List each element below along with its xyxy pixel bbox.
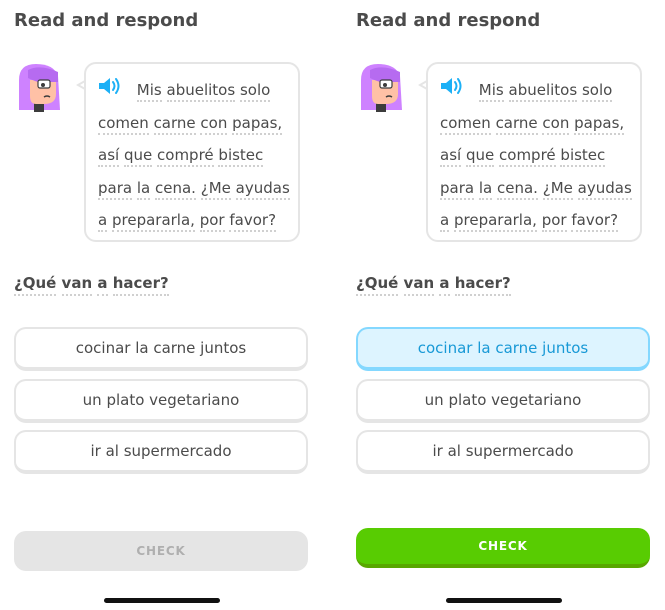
passage-word[interactable]: Mis bbox=[478, 81, 504, 102]
character-avatar bbox=[361, 64, 402, 112]
passage-word[interactable]: la bbox=[136, 178, 151, 200]
home-indicator[interactable] bbox=[104, 598, 220, 603]
answer-option-3[interactable]: ir al supermercado bbox=[356, 430, 650, 474]
passage-word[interactable]: por bbox=[199, 211, 225, 232]
passage-word[interactable]: cena. bbox=[155, 178, 196, 200]
answer-option-2[interactable]: un plato vegetariano bbox=[14, 379, 308, 423]
question-word[interactable]: a bbox=[97, 274, 108, 296]
passage-word[interactable]: favor? bbox=[571, 211, 619, 232]
question-word[interactable]: a bbox=[439, 274, 450, 296]
passage-bubble: Mis abuelitos solo comen carne con papas… bbox=[84, 62, 300, 242]
screen-answered: Read and respond Mis abuelitos solo come… bbox=[342, 0, 665, 610]
passage-word[interactable]: a bbox=[98, 211, 108, 232]
passage-word[interactable]: papas, bbox=[574, 113, 625, 135]
passage-word[interactable]: ayudas bbox=[577, 178, 632, 200]
passage-word[interactable]: abuelitos bbox=[166, 81, 236, 102]
passage-word[interactable]: la bbox=[478, 178, 493, 200]
passage-text: Mis abuelitos solo comen carne con papas… bbox=[440, 74, 638, 237]
passage-word[interactable]: bistec bbox=[560, 146, 606, 167]
passage-word[interactable]: prepararla, bbox=[111, 211, 195, 232]
passage-word[interactable]: compré bbox=[499, 146, 556, 167]
page-title: Read and respond bbox=[356, 10, 541, 31]
answer-option-1-selected[interactable]: cocinar la carne juntos bbox=[356, 327, 650, 371]
answer-option-2[interactable]: un plato vegetariano bbox=[356, 379, 650, 423]
passage-word[interactable]: carne bbox=[495, 113, 538, 135]
passage-text: Mis abuelitos solo comen carne con papas… bbox=[98, 74, 296, 237]
screen-unanswered: Read and respond Mis abuelitos solo come… bbox=[0, 0, 323, 610]
passage-word[interactable]: ¿Me bbox=[200, 178, 231, 200]
passage-word[interactable]: favor? bbox=[229, 211, 277, 232]
home-indicator[interactable] bbox=[446, 598, 562, 603]
passage-word[interactable]: bistec bbox=[218, 146, 264, 167]
answer-option-3[interactable]: ir al supermercado bbox=[14, 430, 308, 474]
passage-word[interactable]: ¿Me bbox=[542, 178, 573, 200]
passage-word[interactable]: compré bbox=[157, 146, 214, 167]
question-word[interactable]: van bbox=[403, 274, 435, 296]
passage-word[interactable]: así bbox=[440, 146, 462, 167]
passage-word[interactable]: solo bbox=[581, 81, 613, 102]
question-text: ¿Qué van a hacer? bbox=[356, 274, 511, 296]
passage-word[interactable]: papas, bbox=[232, 113, 283, 135]
passage-word[interactable]: cena. bbox=[497, 178, 538, 200]
question-word[interactable]: ¿Qué bbox=[14, 274, 57, 296]
check-button[interactable]: CHECK bbox=[14, 531, 308, 571]
page-title: Read and respond bbox=[14, 10, 199, 31]
answer-option-1[interactable]: cocinar la carne juntos bbox=[14, 327, 308, 371]
question-word[interactable]: ¿Qué bbox=[356, 274, 399, 296]
question-word[interactable]: van bbox=[61, 274, 93, 296]
passage-bubble: Mis abuelitos solo comen carne con papas… bbox=[426, 62, 642, 242]
question-word[interactable]: hacer? bbox=[112, 274, 169, 296]
question-word[interactable]: hacer? bbox=[454, 274, 511, 296]
passage-word[interactable]: para bbox=[98, 178, 133, 200]
passage-word[interactable]: a bbox=[440, 211, 450, 232]
passage-word[interactable]: solo bbox=[239, 81, 271, 102]
passage-word[interactable]: para bbox=[440, 178, 475, 200]
character-avatar bbox=[19, 64, 60, 112]
question-text: ¿Qué van a hacer? bbox=[14, 274, 169, 296]
passage-word[interactable]: que bbox=[123, 146, 153, 167]
passage-word[interactable]: ayudas bbox=[235, 178, 290, 200]
passage-word[interactable]: así bbox=[98, 146, 120, 167]
passage-word[interactable]: carne bbox=[153, 113, 196, 135]
passage-word[interactable]: Mis bbox=[136, 81, 162, 102]
passage-word[interactable]: prepararla, bbox=[453, 211, 537, 232]
passage-word[interactable]: que bbox=[465, 146, 495, 167]
passage-word[interactable]: con bbox=[200, 113, 228, 135]
passage-word[interactable]: comen bbox=[440, 113, 491, 135]
check-button[interactable]: CHECK bbox=[356, 528, 650, 568]
passage-word[interactable]: comen bbox=[98, 113, 149, 135]
passage-word[interactable]: con bbox=[542, 113, 570, 135]
passage-word[interactable]: por bbox=[541, 211, 567, 232]
passage-word[interactable]: abuelitos bbox=[508, 81, 578, 102]
